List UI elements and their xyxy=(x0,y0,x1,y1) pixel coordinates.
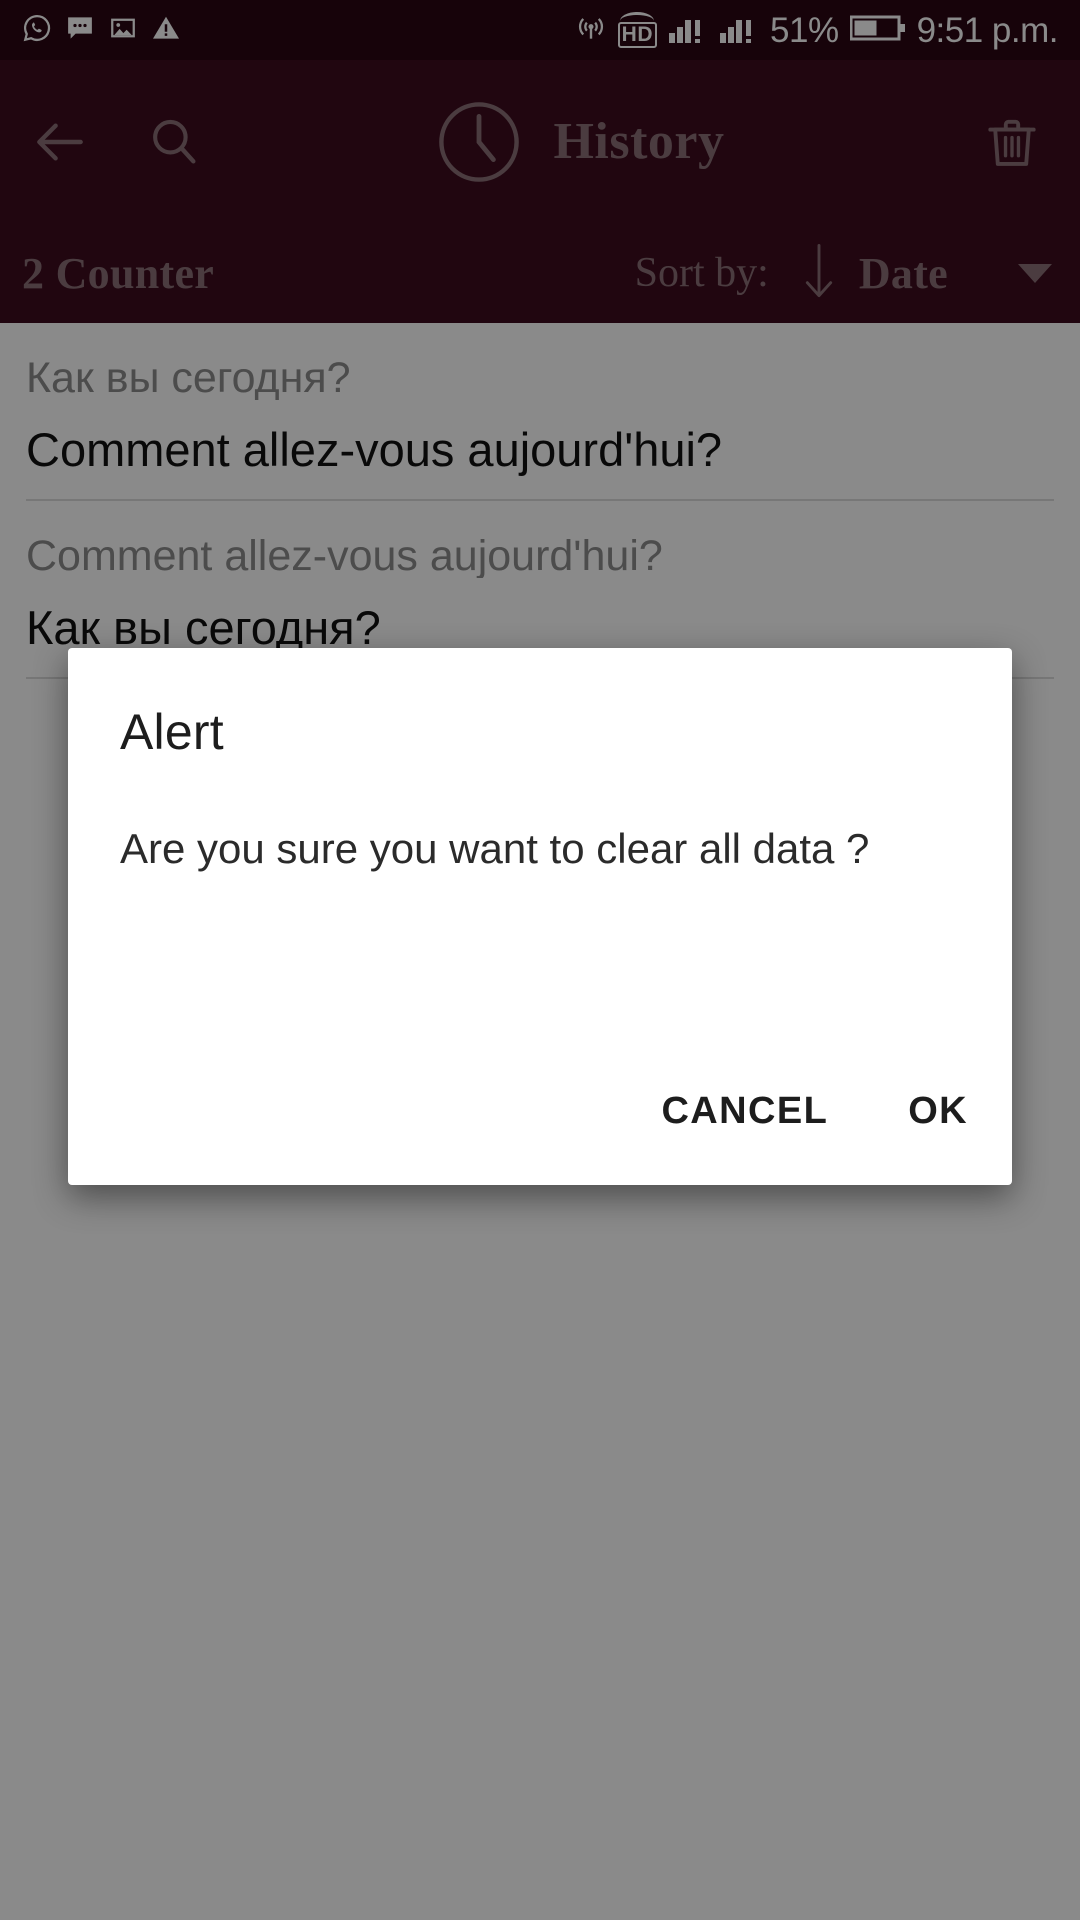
dialog-title: Alert xyxy=(120,704,224,760)
dialog-message: Are you sure you want to clear all data … xyxy=(120,825,870,872)
ok-button[interactable]: OK xyxy=(904,1084,972,1139)
cancel-button[interactable]: CANCEL xyxy=(657,1084,832,1139)
dialog-actions: CANCEL OK xyxy=(657,1084,972,1139)
alert-dialog: Alert Are you sure you want to clear all… xyxy=(68,648,1012,1185)
phone-screen: HD 51% 9:51 p.m. History 2 Counter Sort … xyxy=(0,0,1080,1920)
